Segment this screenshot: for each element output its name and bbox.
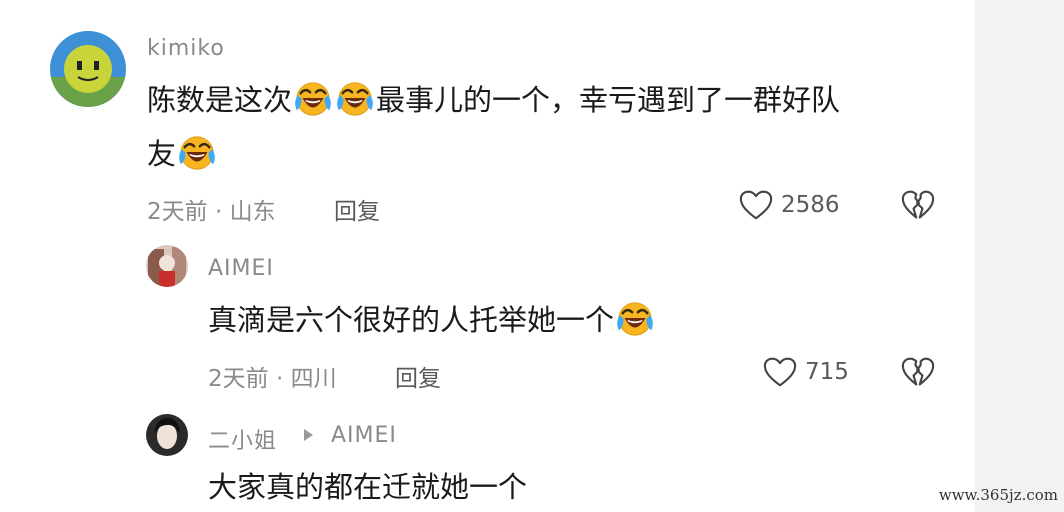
like-count: 2586 <box>781 192 840 218</box>
comment-meta: 2天前 · 山东 <box>147 199 276 225</box>
comment-text-part: 真滴是六个很好的人托举她一个 <box>208 303 615 337</box>
comment-username[interactable]: 二小姐 <box>208 423 277 455</box>
comment-panel: kimiko 陈数是这次 最事儿的一个，幸亏遇到了一群好队 友 2天前 · 山东 … <box>0 0 975 512</box>
heart-outline-icon[interactable] <box>738 189 774 221</box>
comment-meta: 2天前 · 四川 <box>208 366 337 392</box>
laughing-crying-emoji-icon <box>616 299 654 337</box>
reply-button[interactable]: 回复 <box>395 359 441 393</box>
comment-text: 真滴是六个很好的人托举她一个 <box>208 299 656 340</box>
comment-text: 大家真的都在迁就她一个 <box>208 467 527 507</box>
watermark: www.365jz.com <box>938 486 1058 504</box>
avatar[interactable] <box>50 31 126 107</box>
reply-button[interactable]: 回复 <box>334 192 380 226</box>
broken-heart-icon[interactable] <box>900 189 936 221</box>
comment-text-part: 陈数是这次 <box>147 83 293 117</box>
avatar[interactable] <box>146 245 188 287</box>
comment-text: 陈数是这次 最事儿的一个，幸亏遇到了一群好队 <box>147 79 840 120</box>
heart-outline-icon[interactable] <box>762 356 798 388</box>
comment-text-part: 友 <box>147 137 177 171</box>
reply-to-username[interactable]: AIMEI <box>331 423 397 448</box>
triangle-right-icon <box>304 429 313 441</box>
broken-heart-icon[interactable] <box>900 356 936 388</box>
comment-username[interactable]: kimiko <box>147 36 225 61</box>
comment-username[interactable]: AIMEI <box>208 256 274 281</box>
comment-text-part: 大家真的都在迁就她一个 <box>208 470 528 504</box>
comment-text-part: 最事儿的一个，幸亏遇到了一群好队 <box>376 83 841 117</box>
avatar[interactable] <box>146 414 188 456</box>
laughing-crying-emoji-icon <box>178 133 216 171</box>
laughing-crying-emoji-icon <box>294 79 332 117</box>
comment-text-line: 友 <box>147 133 218 174</box>
like-count: 715 <box>805 359 849 385</box>
laughing-crying-emoji-icon <box>336 79 374 117</box>
